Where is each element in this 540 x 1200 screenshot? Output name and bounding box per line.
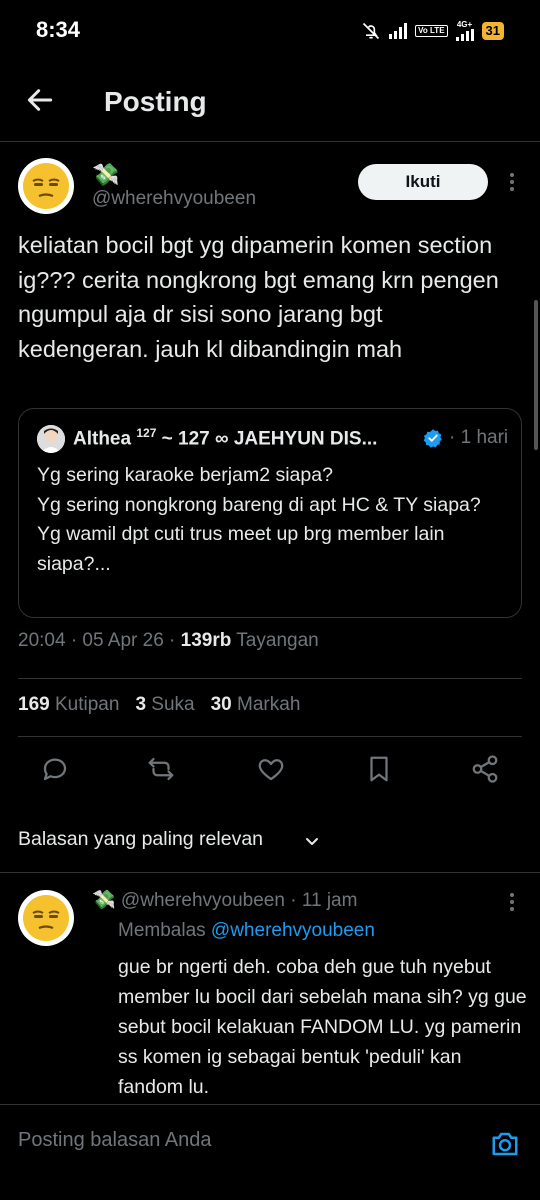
signal-icon xyxy=(455,29,474,41)
bookmark-icon[interactable] xyxy=(364,754,394,784)
replying-prefix: Membalas xyxy=(118,920,211,941)
reply-input[interactable]: Posting balasan Anda xyxy=(18,1129,212,1152)
network-label: 4G+ xyxy=(456,20,473,29)
quotes-label: Kutipan xyxy=(49,694,120,715)
repost-icon[interactable] xyxy=(146,754,176,784)
avatar[interactable] xyxy=(18,158,74,214)
back-arrow-icon[interactable] xyxy=(24,84,56,116)
quotes-count: 169 xyxy=(18,694,50,715)
status-bar: 8:34 Vo LTE 4G+ 31 xyxy=(0,0,540,62)
quote-line: Yg wamil dpt cuti trus meet up brg membe… xyxy=(37,523,445,575)
bookmarks-count: 30 xyxy=(210,694,232,715)
views-count[interactable]: 139rb xyxy=(181,630,232,651)
divider xyxy=(18,678,522,679)
follow-button[interactable]: Ikuti xyxy=(358,164,488,200)
display-name-emoji[interactable]: 💸 xyxy=(92,162,119,188)
action-bar xyxy=(0,754,540,790)
verified-icon xyxy=(423,429,442,448)
chevron-down-icon[interactable] xyxy=(302,832,322,852)
more-icon[interactable] xyxy=(502,890,522,914)
status-time: 8:34 xyxy=(36,17,81,42)
reply-header[interactable]: 💸 @wherehvyoubeen · 11 jam xyxy=(92,888,357,912)
more-icon[interactable] xyxy=(502,170,522,194)
quote-line: Yg sering karaoke berjam2 siapa? xyxy=(37,464,333,486)
divider xyxy=(18,736,522,737)
volte-badge: Vo LTE xyxy=(415,25,448,37)
quote-timestamp: · 1 hari xyxy=(449,427,509,448)
quote-author-name[interactable]: Althea 127 ~ 127 ∞ JAEHYUN DIS... xyxy=(73,426,377,450)
top-header: Posting xyxy=(0,62,540,142)
network-indicator: 4G+ xyxy=(455,20,474,41)
status-icons: Vo LTE 4G+ 31 xyxy=(361,18,504,44)
reply-text: gue br ngerti deh. coba deh gue tuh nyeb… xyxy=(118,956,527,1098)
reply-icon[interactable] xyxy=(40,754,70,784)
unamused-face-icon xyxy=(23,163,69,209)
battery-indicator: 31 xyxy=(481,22,504,40)
quoted-post[interactable]: Althea 127 ~ 127 ∞ JAEHYUN DIS... · 1 ha… xyxy=(18,408,522,618)
scrollbar[interactable] xyxy=(534,300,538,450)
replying-mention[interactable]: @wherehvyoubeen xyxy=(211,920,375,941)
quote-name-sup: 127 xyxy=(136,426,157,440)
quote-name-rest: ~ 127 ∞ JAEHYUN DIS... xyxy=(156,428,378,450)
like-icon[interactable] xyxy=(256,754,286,784)
bookmarks-stat[interactable]: 30 Markah xyxy=(211,694,301,715)
camera-icon[interactable] xyxy=(490,1129,520,1159)
share-icon[interactable] xyxy=(470,754,500,784)
quote-avatar[interactable] xyxy=(37,425,65,453)
unamused-face-icon xyxy=(23,895,69,941)
reply-avatar[interactable] xyxy=(18,890,74,946)
views-label: Tayangan xyxy=(231,630,319,651)
signal-icon xyxy=(389,23,408,39)
quote-line: Yg sering nongkrong bareng di apt HC & T… xyxy=(37,493,481,516)
post-stats: 169 Kutipan 3 Suka 30 Markah xyxy=(18,694,300,716)
replying-to: Membalas @wherehvyoubeen xyxy=(118,920,375,942)
user-handle[interactable]: @wherehvyoubeen xyxy=(92,188,256,210)
person-avatar-icon xyxy=(37,425,65,453)
quotes-stat[interactable]: 169 Kutipan xyxy=(18,694,119,715)
post-meta: 20:04 · 05 Apr 26 · 139rb Tayangan xyxy=(18,630,319,652)
page-title: Posting xyxy=(104,86,207,117)
likes-count: 3 xyxy=(135,694,147,715)
likes-label: Suka xyxy=(146,694,195,715)
post-text: keliatan bocil bgt yg dipamerin komen se… xyxy=(18,232,499,362)
likes-stat[interactable]: 3 Suka xyxy=(135,694,194,715)
post-timestamp: 20:04 · 05 Apr 26 · xyxy=(18,630,181,651)
quote-name-part: Althea xyxy=(73,428,132,450)
reply-composer: Posting balasan Anda xyxy=(0,1104,540,1182)
mute-icon xyxy=(363,22,380,40)
quote-text: Yg sering karaoke berjam2 siapa? Yg seri… xyxy=(37,461,507,579)
bookmarks-label: Markah xyxy=(231,694,301,715)
reply-sort-label[interactable]: Balasan yang paling relevan xyxy=(18,828,263,851)
divider xyxy=(0,872,540,873)
